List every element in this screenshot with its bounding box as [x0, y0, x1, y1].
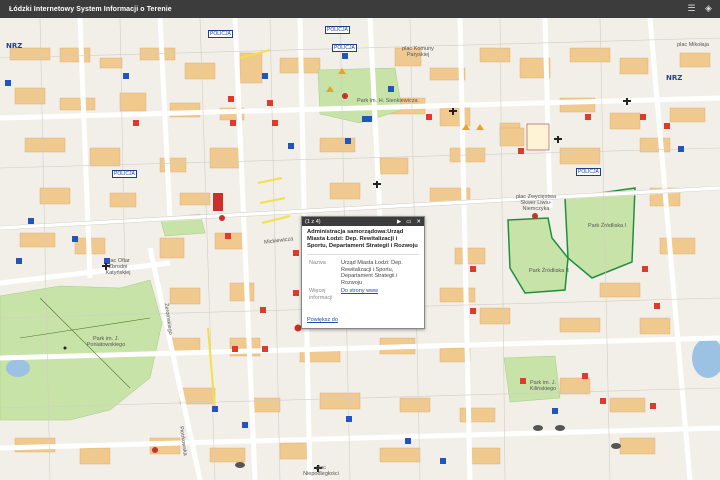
field-label: Nazwa: [309, 260, 326, 266]
maximize-icon[interactable]: ▭: [406, 219, 411, 225]
popup-row: Nazwa Urząd Miasta Łodzi: Dep. Rewitaliz…: [307, 259, 419, 287]
svg-text:NRZ: NRZ: [666, 74, 682, 82]
police-label: POLICJA: [325, 26, 350, 34]
police-label: POLICJA: [332, 44, 357, 52]
popup-divider: [307, 254, 419, 255]
police-label: POLICJA: [112, 170, 137, 178]
map-label-park-poniatowskiego: Park im. J. Poniatowskiego: [86, 336, 126, 348]
next-arrow-icon[interactable]: ▶: [397, 219, 401, 225]
popup-title: Administracja samorządowa:Urząd Miasta Ł…: [307, 229, 418, 249]
layers-icon[interactable]: ◈: [703, 3, 714, 14]
field-value: Urząd Miasta Łodzi: Dep. Rewitalizacji i…: [341, 260, 403, 286]
map-canvas[interactable]: NRZ NRZ Park im. H. Sienkiewicza plac Zwy…: [0, 18, 720, 480]
feature-popup: (1 z 4) ▶ ▭ ✕ Administracja samorządowa:…: [301, 216, 425, 329]
svg-text:NRZ: NRZ: [6, 42, 22, 50]
app-title: Łódzki Internetowy System Informacji o T…: [9, 5, 172, 13]
map-label-plac-komuny: plac Komuny Paryskiej: [402, 46, 434, 58]
map-label-plac-mikolaja: plac Mikołaja: [677, 42, 709, 48]
map-label-plac-zwyciestwa: plac Zwycięstwa Skwer Liwiu-Niemczyka: [515, 194, 557, 212]
map-label-park-sienkiewicza: Park im. H. Sienkiewicza: [357, 98, 418, 104]
map-label-plac-niepodleglosci: plac Niepodległości: [303, 465, 339, 477]
map-label-park-zrodliska-1: Park Źródliska I: [588, 223, 627, 229]
field-label: Więcej informacji: [309, 288, 333, 301]
close-icon[interactable]: ✕: [416, 219, 421, 225]
list-icon[interactable]: ☰: [686, 3, 697, 14]
top-bar: Łódzki Internetowy System Informacji o T…: [0, 0, 720, 18]
zoom-to-link[interactable]: Powiększ do: [307, 317, 338, 323]
popup-row: Więcej informacji Do strony www: [307, 287, 419, 302]
popup-counter: (1 z 4): [305, 218, 321, 225]
popup-attributes: Nazwa Urząd Miasta Łodzi: Dep. Rewitaliz…: [307, 259, 419, 302]
popup-header: (1 z 4) ▶ ▭ ✕: [302, 217, 424, 226]
map-label-park-kilinskiego: Park im. J. Kilińskiego: [529, 380, 557, 392]
police-label: POLICJA: [208, 30, 233, 38]
police-label: POLICJA: [576, 168, 601, 176]
website-link[interactable]: Do strony www: [341, 288, 378, 294]
map-label-park-zrodliska-2: Park Źródliska II: [529, 268, 569, 274]
map-label-plac-ofiar: plac Ofiar Zbrodni Katyńskiej: [105, 258, 131, 276]
